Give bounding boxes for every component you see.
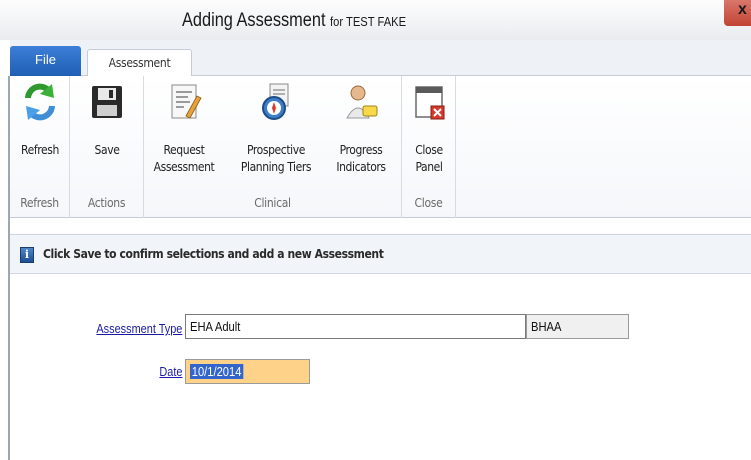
ribbon-group-label-actions: Actions (87, 196, 126, 210)
ribbon: Refresh Refresh Save Actions Request Ass… (10, 76, 751, 218)
assessment-type-field[interactable]: EHA Adult (185, 314, 526, 339)
prospective-planning-tiers-label-line2: Planning Tiers (240, 160, 312, 174)
window-title-main: Adding Assessment (182, 10, 326, 31)
assessment-type-label[interactable]: Assessment Type (96, 321, 182, 336)
window-title-suffix: for TEST FAKE (330, 14, 407, 29)
ribbon-group-close: Close Panel Close (402, 76, 456, 218)
assessment-type-value: EHA Adult (190, 319, 241, 334)
info-message: Click Save to confirm selections and add… (43, 247, 384, 261)
close-panel-label-line2: Panel (415, 160, 443, 174)
date-field[interactable]: 10/1/2014 (185, 359, 310, 384)
progress-indicators-icon (346, 85, 378, 119)
info-bar: i Click Save to confirm selections and a… (10, 234, 751, 274)
ribbon-tab-bar: File Assessment (10, 40, 751, 77)
request-assessment-icon (171, 84, 202, 119)
assessment-type-code-value: BHAA (531, 319, 562, 334)
refresh-icon (25, 83, 55, 121)
progress-indicators-label-line2: Indicators (336, 160, 386, 174)
save-button-label: Save (94, 143, 120, 157)
close-panel-button[interactable]: Close Panel (406, 82, 452, 176)
prospective-planning-tiers-label-line1: Prospective (247, 143, 305, 157)
progress-indicators-label-line1: Progress (339, 143, 383, 157)
prospective-planning-tiers-label: Prospective Planning Tiers (230, 142, 322, 176)
date-value: 10/1/2014 (190, 364, 244, 379)
window-title: Adding Assessment for TEST FAKE (182, 10, 406, 32)
date-label[interactable]: Date (159, 364, 182, 379)
planning-compass-icon (262, 83, 289, 120)
save-icon (92, 86, 122, 118)
request-assessment-label-line2: Assessment (153, 160, 215, 174)
progress-indicators-button[interactable]: Progress Indicators (326, 82, 396, 176)
progress-indicators-label: Progress Indicators (326, 142, 396, 176)
request-assessment-label-line1: Request (163, 143, 205, 157)
save-button[interactable]: Save (78, 82, 136, 159)
ribbon-group-refresh: Refresh Refresh (10, 76, 70, 218)
tab-assessment[interactable]: Assessment (87, 49, 192, 77)
close-window-button[interactable]: x (724, 0, 751, 26)
ribbon-group-clinical: Request Assessment Prospective Planning Ti… (144, 76, 402, 218)
close-panel-icon (415, 86, 445, 120)
ribbon-group-label-clinical: Clinical (254, 196, 291, 210)
tab-file[interactable]: File (10, 46, 81, 76)
title-bar: Adding Assessment for TEST FAKE x (0, 0, 751, 40)
assessment-type-code: BHAA (526, 314, 629, 339)
request-assessment-button[interactable]: Request Assessment (146, 82, 222, 176)
request-assessment-label: Request Assessment (146, 142, 222, 176)
close-panel-label-line1: Close (415, 143, 443, 157)
assessment-window: Adding Assessment for TEST FAKE x File A… (0, 0, 751, 460)
refresh-button[interactable]: Refresh (12, 82, 68, 159)
prospective-planning-tiers-button[interactable]: Prospective Planning Tiers (230, 82, 322, 176)
ribbon-group-label-refresh: Refresh (20, 196, 59, 210)
refresh-button-label: Refresh (21, 143, 59, 157)
close-panel-label: Close Panel (406, 142, 452, 176)
info-icon: i (20, 247, 34, 263)
ribbon-group-label-close: Close (414, 196, 443, 210)
ribbon-group-actions: Save Actions (70, 76, 144, 218)
